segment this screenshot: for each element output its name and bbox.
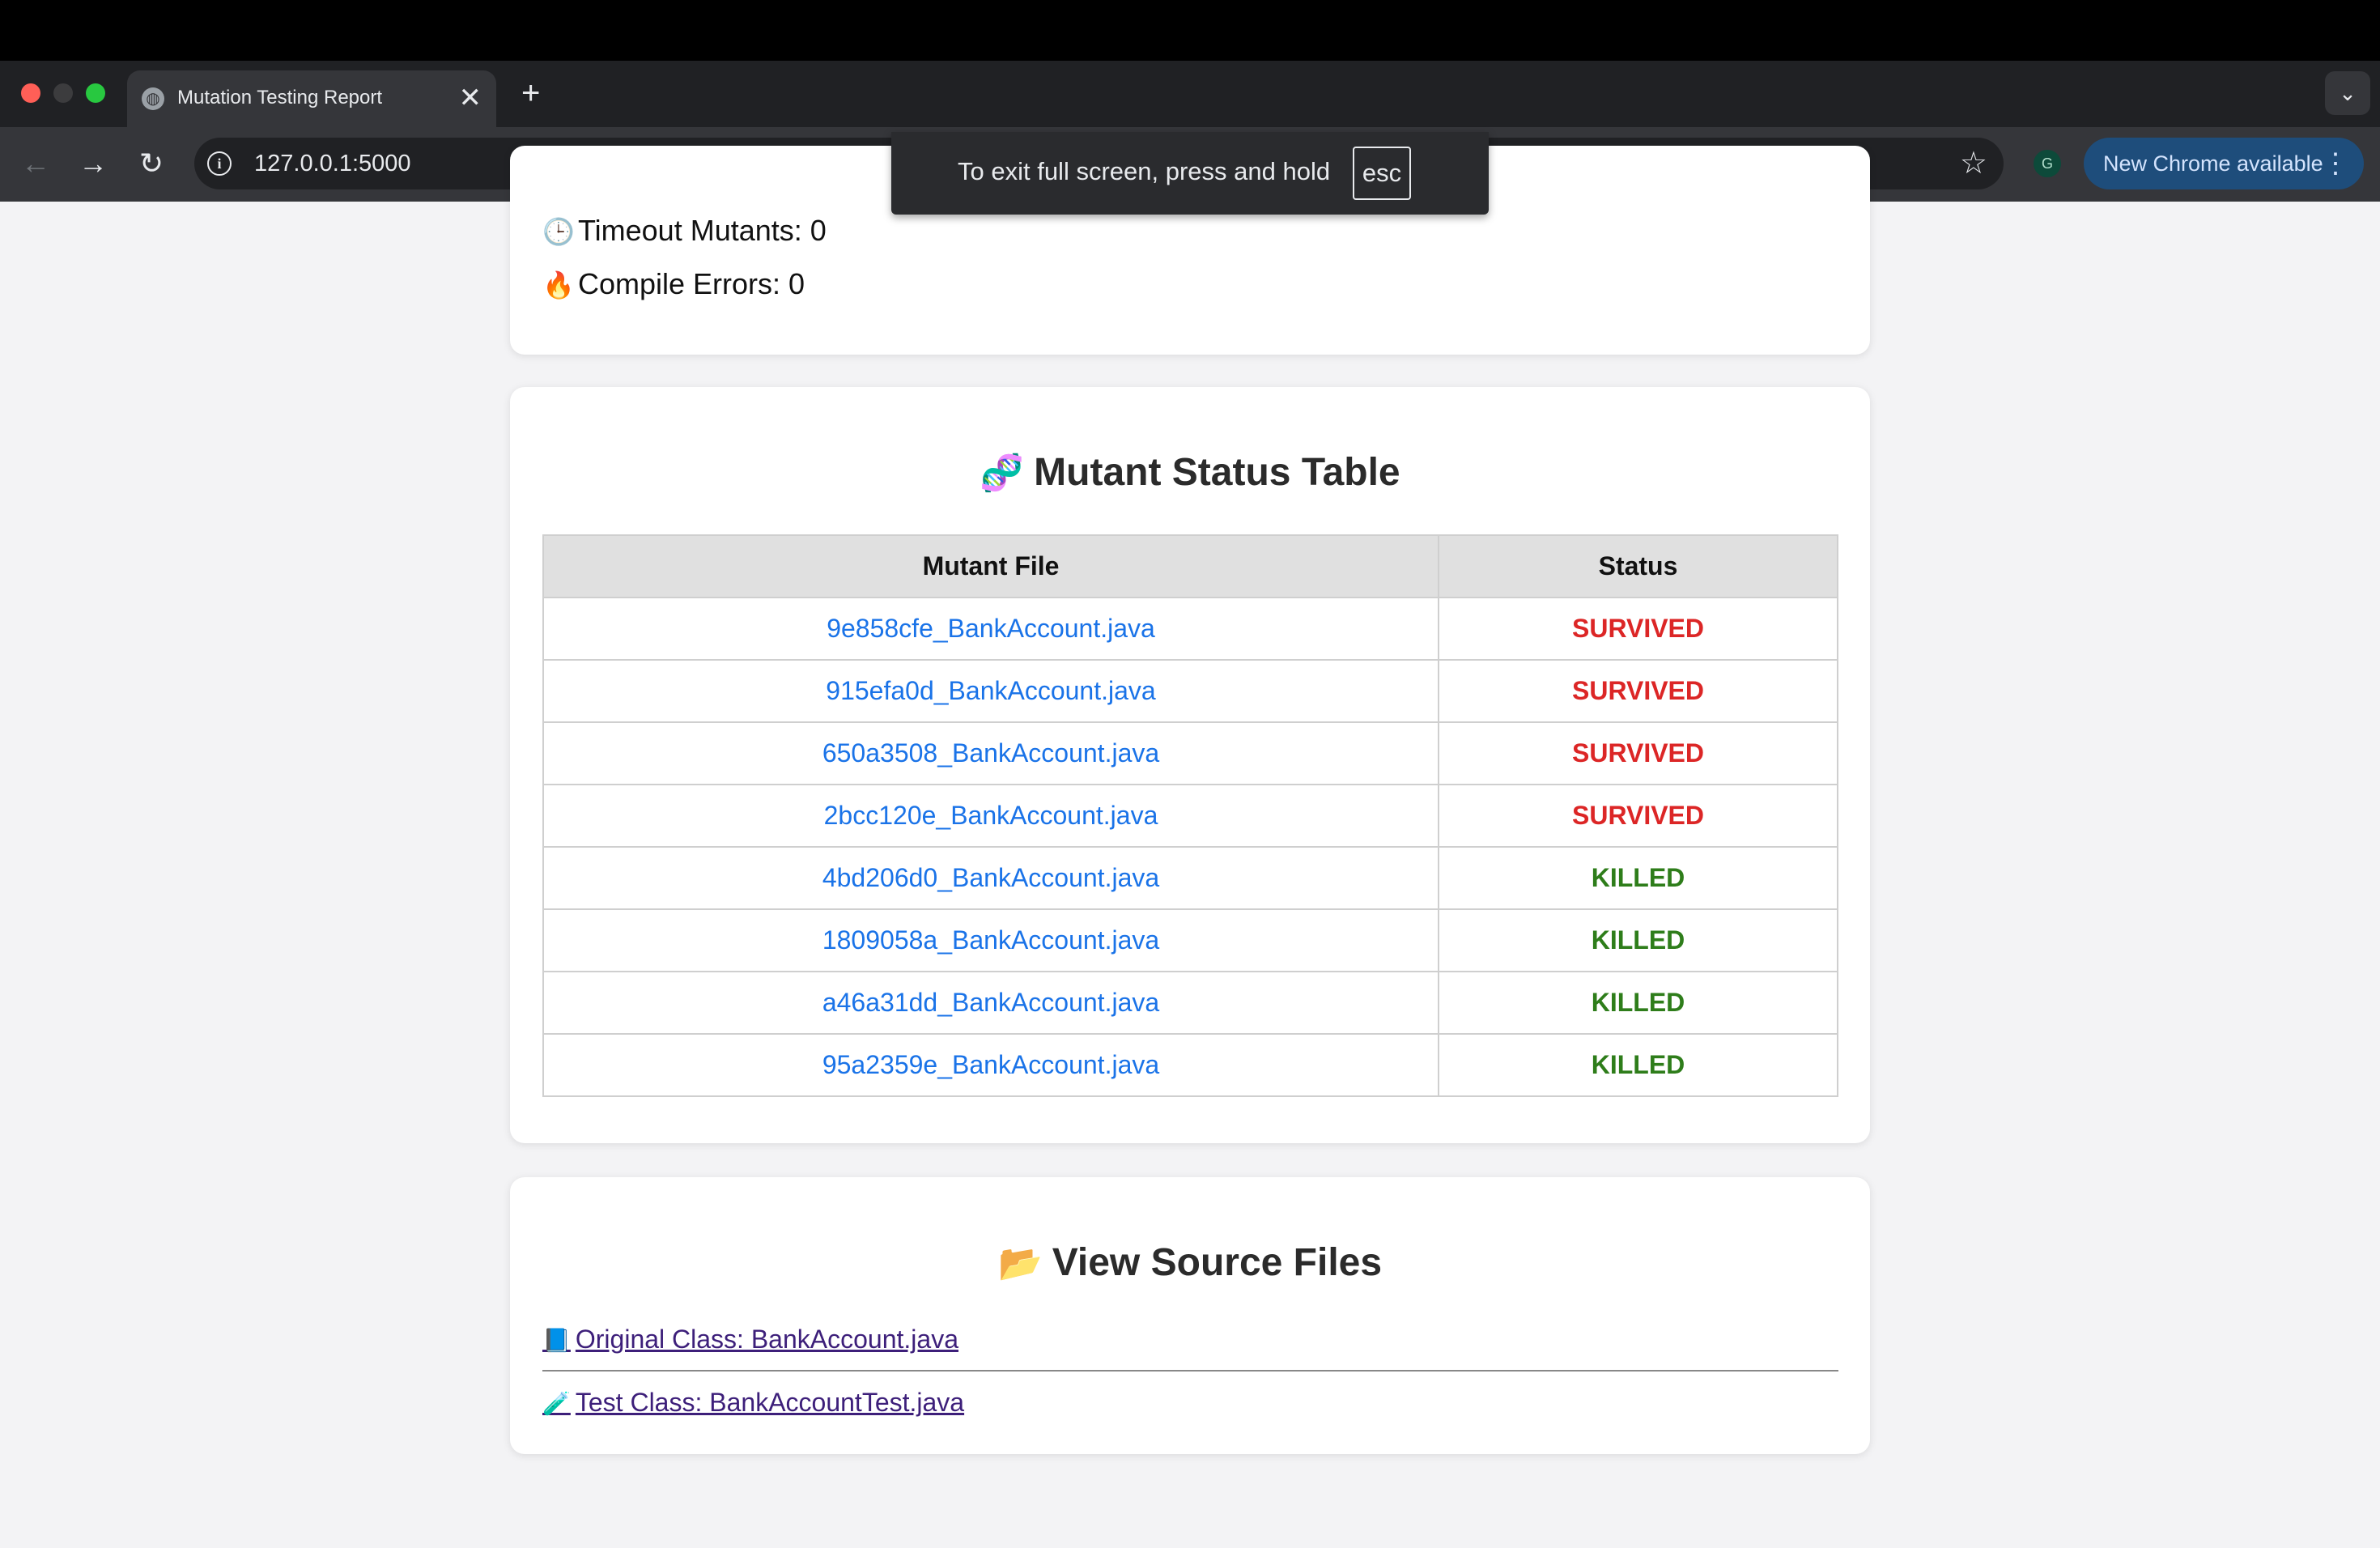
kebab-menu-icon[interactable]: ⋮ (2322, 146, 2349, 181)
table-header-row: Mutant File Status (542, 534, 1838, 598)
forward-arrow-icon[interactable]: → (75, 146, 111, 181)
mutant-file-link[interactable]: 95a2359e_BankAccount.java (822, 1050, 1159, 1079)
mutant-status-cell: KILLED (1438, 846, 1838, 910)
mutant-status-cell: SURVIVED (1438, 721, 1838, 785)
mutant-file-link[interactable]: 650a3508_BankAccount.java (822, 738, 1159, 768)
mutant-file-cell: a46a31dd_BankAccount.java (542, 971, 1439, 1035)
mutant-file-cell: 4bd206d0_BankAccount.java (542, 846, 1439, 910)
column-header-status: Status (1438, 534, 1838, 598)
mutant-file-cell: 2bcc120e_BankAccount.java (542, 784, 1439, 848)
tab-search-chevron-icon[interactable]: ⌄ (2325, 71, 2370, 115)
fullscreen-exit-notice: To exit full screen, press and hold esc (891, 132, 1489, 215)
esc-key-badge: esc (1353, 147, 1411, 200)
table-row: 4bd206d0_BankAccount.java KILLED (542, 846, 1838, 910)
mutant-status-cell: KILLED (1438, 1033, 1838, 1097)
mutant-file-link[interactable]: 4bd206d0_BankAccount.java (822, 863, 1159, 892)
mutant-file-link[interactable]: 915efa0d_BankAccount.java (826, 676, 1155, 705)
reload-icon[interactable]: ↻ (134, 146, 169, 181)
mutant-status-title-text: Mutant Status Table (1034, 451, 1400, 494)
mutant-file-cell: 9e858cfe_BankAccount.java (542, 597, 1439, 661)
dna-icon: 🧬 (980, 453, 1025, 493)
mutant-status-cell: KILLED (1438, 971, 1838, 1035)
source-files-card: 📂 View Source Files 📘 Original Class: Bank… (510, 1177, 1870, 1454)
source-files-title: 📂 View Source Files (510, 1240, 1870, 1285)
mutant-status-cell: KILLED (1438, 908, 1838, 972)
fullscreen-message: To exit full screen, press and hold (958, 157, 1331, 185)
browser-tab[interactable]: ◍ Mutation Testing Report ✕ (127, 70, 496, 127)
profile-avatar[interactable]: G (2034, 150, 2061, 177)
back-arrow-icon[interactable]: ← (18, 146, 53, 181)
table-row: 1809058a_BankAccount.java KILLED (542, 908, 1838, 972)
table-row: a46a31dd_BankAccount.java KILLED (542, 971, 1838, 1035)
column-header-mutant-file: Mutant File (542, 534, 1439, 598)
mutant-status-table: Mutant File Status 9e858cfe_BankAccount.… (542, 534, 1838, 1097)
mutant-file-link[interactable]: 9e858cfe_BankAccount.java (827, 614, 1155, 643)
bookmark-star-icon[interactable]: ☆ (1960, 144, 1987, 183)
timeout-mutants-stat: 🕒 Timeout Mutants: 0 (542, 214, 827, 248)
site-info-icon[interactable]: i (207, 151, 232, 176)
mutant-status-title: 🧬 Mutant Status Table (510, 450, 1870, 495)
table-row: 915efa0d_BankAccount.java SURVIVED (542, 659, 1838, 723)
url-text[interactable]: 127.0.0.1:5000 (254, 151, 411, 177)
table-row: 2bcc120e_BankAccount.java SURVIVED (542, 784, 1838, 848)
new-chrome-available-button[interactable]: New Chrome available ⋮ (2084, 138, 2364, 189)
test-class-label: Test Class: BankAccountTest.java (575, 1388, 965, 1417)
table-row: 9e858cfe_BankAccount.java SURVIVED (542, 597, 1838, 661)
original-class-link[interactable]: 📘 Original Class: BankAccount.java (542, 1325, 958, 1354)
clock-icon: 🕒 (542, 217, 575, 246)
source-files-title-text: View Source Files (1052, 1241, 1383, 1284)
mutant-file-link[interactable]: 2bcc120e_BankAccount.java (824, 801, 1158, 830)
book-icon: 📘 (542, 1328, 571, 1353)
menu-bar-area (0, 0, 2380, 61)
globe-icon: ◍ (142, 87, 164, 110)
new-tab-button[interactable]: + (521, 73, 540, 113)
original-class-label: Original Class: BankAccount.java (575, 1325, 958, 1354)
fire-icon: 🔥 (542, 270, 575, 300)
mutant-file-cell: 95a2359e_BankAccount.java (542, 1033, 1439, 1097)
mutant-file-link[interactable]: 1809058a_BankAccount.java (822, 925, 1159, 955)
divider (542, 1370, 1838, 1372)
test-class-link[interactable]: 🧪 Test Class: BankAccountTest.java (542, 1388, 964, 1418)
mutant-file-cell: 650a3508_BankAccount.java (542, 721, 1439, 785)
folder-icon: 📂 (997, 1244, 1043, 1283)
compile-errors-stat: 🔥 Compile Errors: 0 (542, 267, 805, 301)
update-label: New Chrome available (2103, 151, 2323, 176)
mutant-file-cell: 1809058a_BankAccount.java (542, 908, 1439, 972)
fullscreen-window-button[interactable] (86, 83, 105, 103)
timeout-mutants-label: Timeout Mutants: 0 (578, 214, 827, 247)
close-window-button[interactable] (21, 83, 40, 103)
mutant-status-cell: SURVIVED (1438, 597, 1838, 661)
mutant-file-cell: 915efa0d_BankAccount.java (542, 659, 1439, 723)
table-row: 650a3508_BankAccount.java SURVIVED (542, 721, 1838, 785)
tab-title: Mutation Testing Report (177, 87, 383, 108)
minimize-window-button[interactable] (53, 83, 73, 103)
test-tube-icon: 🧪 (542, 1391, 571, 1416)
compile-errors-label: Compile Errors: 0 (578, 267, 805, 300)
mutant-status-cell: SURVIVED (1438, 784, 1838, 848)
mutant-file-link[interactable]: a46a31dd_BankAccount.java (822, 988, 1159, 1017)
close-tab-icon[interactable]: ✕ (459, 82, 482, 114)
mutant-status-card: 🧬 Mutant Status Table Mutant File Status … (510, 387, 1870, 1143)
table-row: 95a2359e_BankAccount.java KILLED (542, 1033, 1838, 1097)
mutant-status-cell: SURVIVED (1438, 659, 1838, 723)
